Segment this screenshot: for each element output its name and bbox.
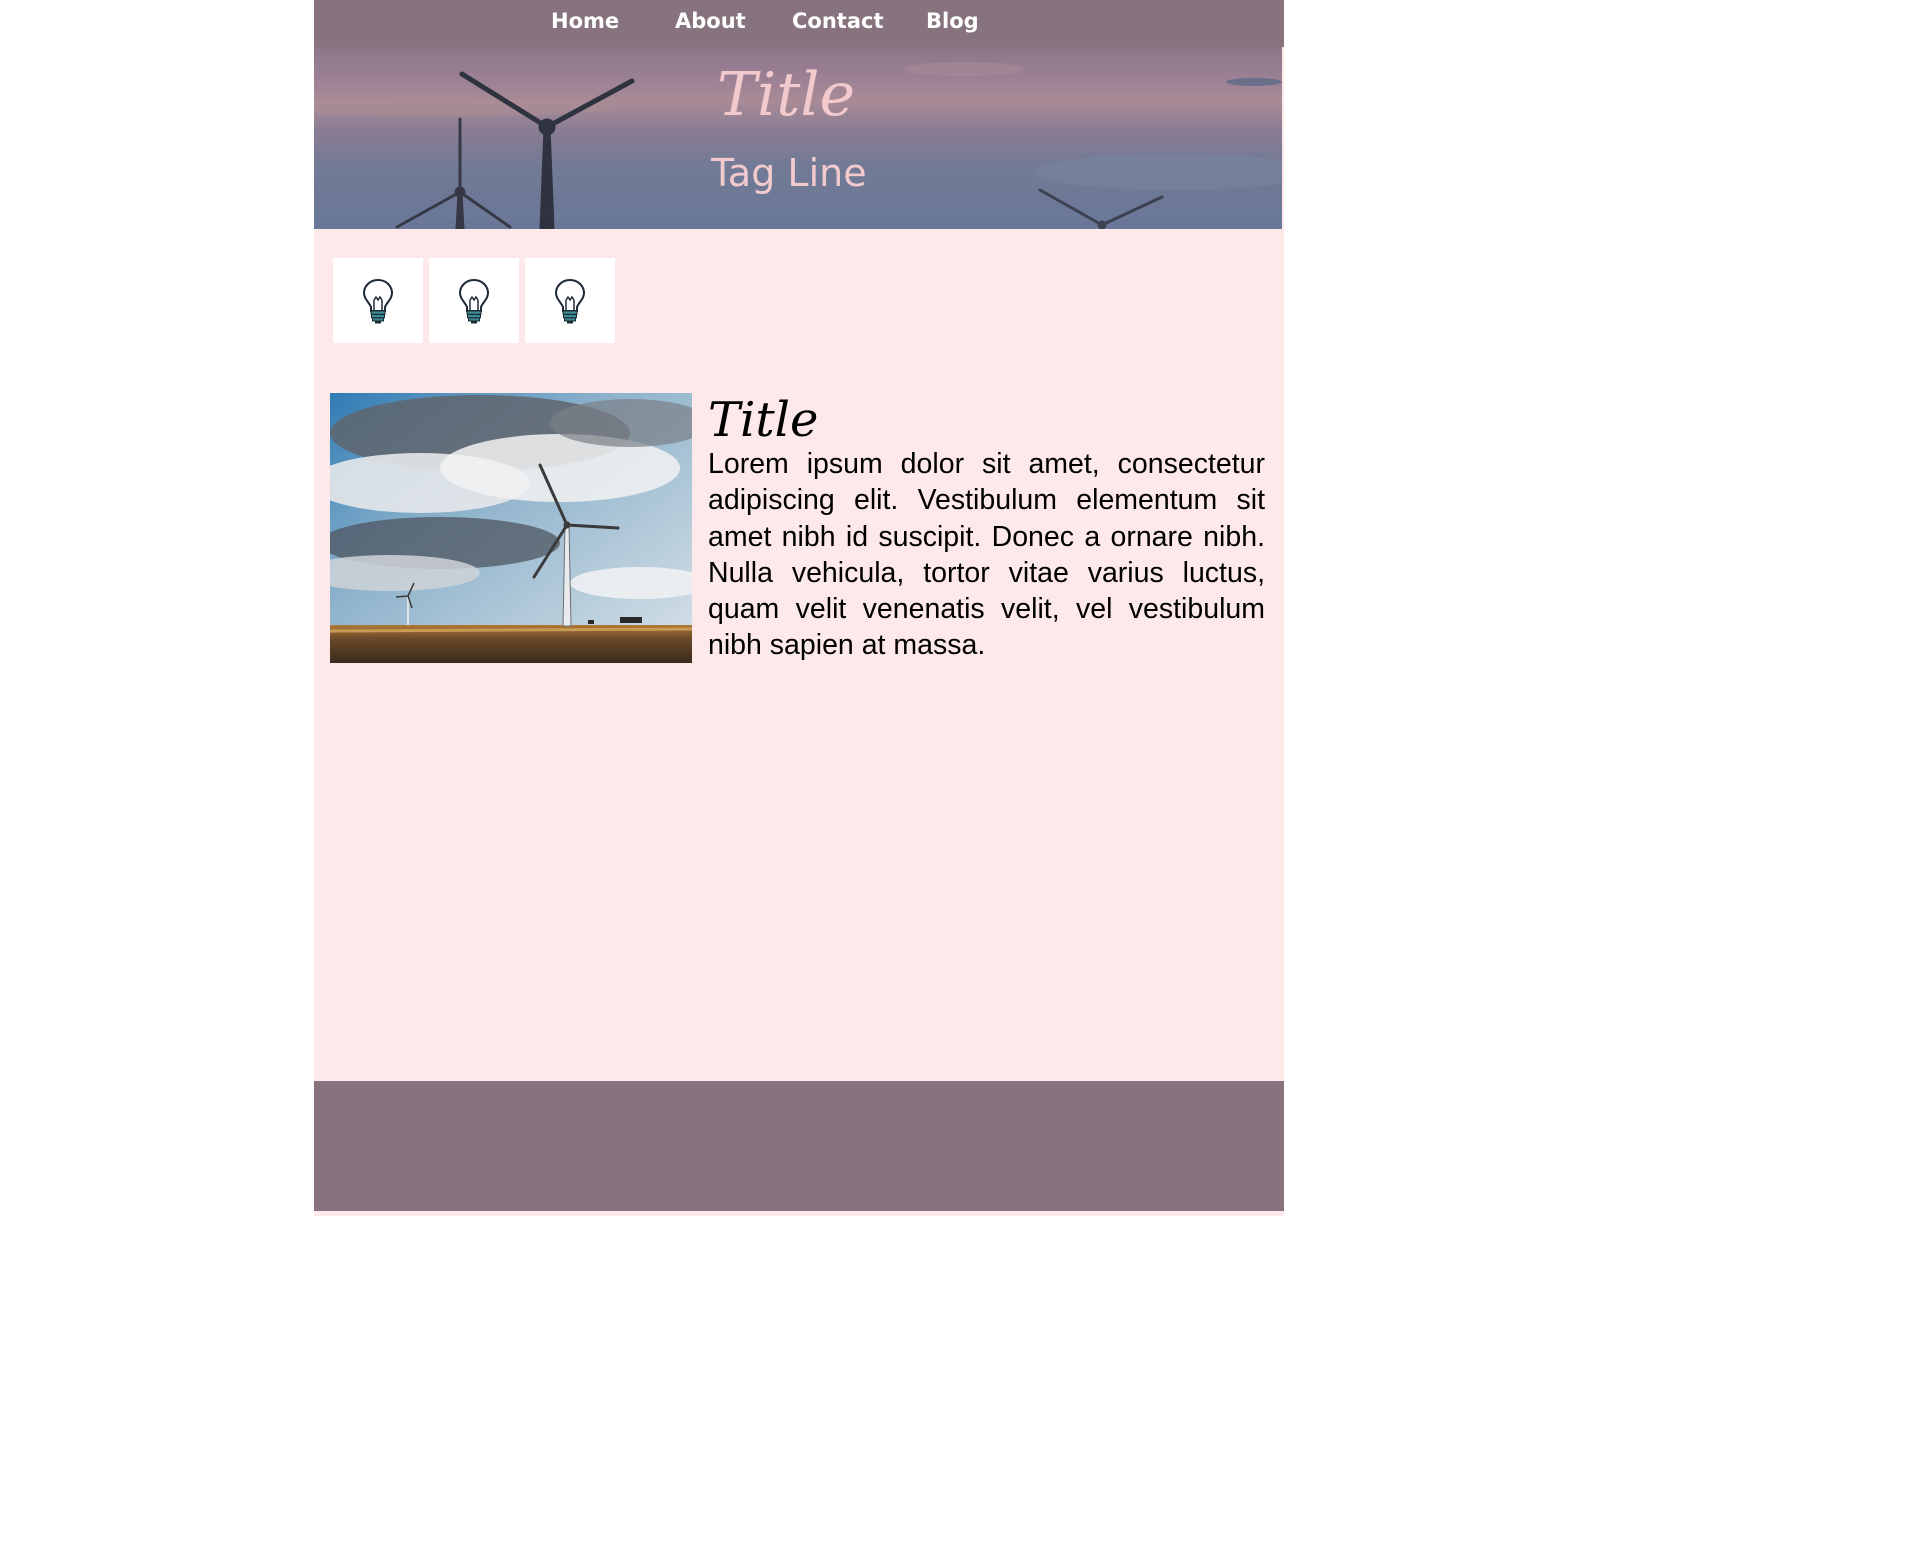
lightbulb-icon [554, 278, 586, 324]
article-body-text: Lorem ipsum dolor sit amet, consectetur … [708, 448, 1265, 662]
lightbulb-icon [458, 278, 490, 324]
hero-banner: Title Tag Line [314, 47, 1282, 229]
wind-turbine-field-photo [330, 393, 692, 663]
article-title: Title [708, 392, 819, 448]
nav-about-link[interactable]: About [675, 9, 746, 35]
hero-tagline: Tag Line [711, 151, 867, 195]
page-container: Home About Contact Blog Title Tag Line T… [314, 0, 1284, 1216]
lightbulb-tile-3[interactable] [525, 258, 615, 343]
nav-contact-link[interactable]: Contact [792, 9, 884, 35]
top-navigation: Home About Contact Blog [314, 0, 1284, 47]
nav-blog-link[interactable]: Blog [926, 9, 979, 35]
hero-title: Title [717, 60, 856, 130]
lightbulb-icon [362, 278, 394, 324]
lightbulb-tile-2[interactable] [429, 258, 519, 343]
lightbulb-tile-1[interactable] [333, 258, 423, 343]
page-footer [314, 1081, 1284, 1211]
nav-home-link[interactable]: Home [551, 9, 619, 35]
